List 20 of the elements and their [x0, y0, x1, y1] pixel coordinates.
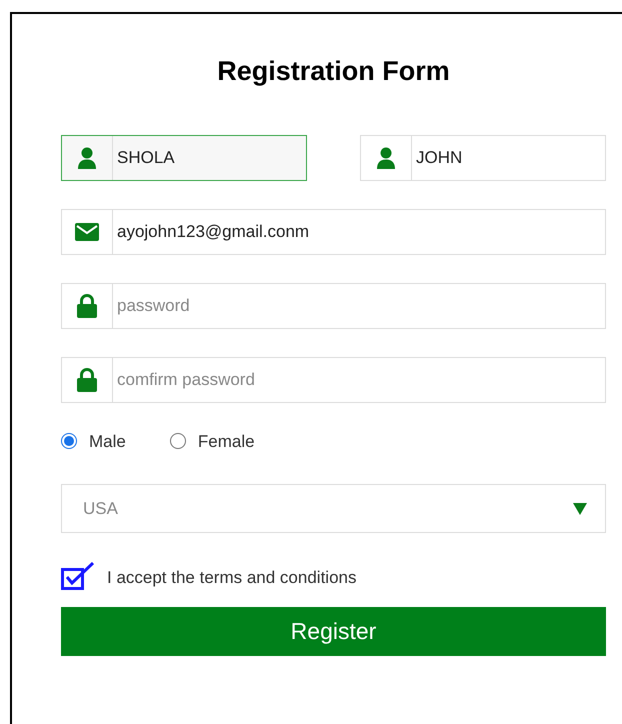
form-title: Registration Form: [216, 55, 451, 88]
input-field[interactable]: comfirm password: [61, 356, 606, 402]
input-field[interactable]: password: [61, 282, 606, 328]
input-field[interactable]: ayojohn123@gmail.conm: [61, 208, 606, 254]
radio-label: Male: [89, 430, 126, 452]
checkbox[interactable]: [61, 562, 95, 590]
radio-button[interactable]: [61, 433, 77, 450]
person-icon: [376, 146, 396, 168]
caret-icon: [573, 502, 587, 514]
input-field[interactable]: JOHN: [360, 134, 606, 180]
envelope-icon: [75, 222, 99, 240]
lock-icon: [77, 368, 97, 392]
terms-label: I accept the terms and conditions: [107, 567, 356, 589]
lock-icon: [77, 294, 97, 318]
person-icon: [77, 146, 97, 168]
register-button[interactable]: Register: [61, 606, 606, 656]
radio-button[interactable]: [170, 433, 186, 450]
country-select[interactable]: USA: [61, 484, 606, 533]
radio-label: Female: [198, 430, 255, 452]
input-field[interactable]: SHOLA: [61, 134, 307, 180]
